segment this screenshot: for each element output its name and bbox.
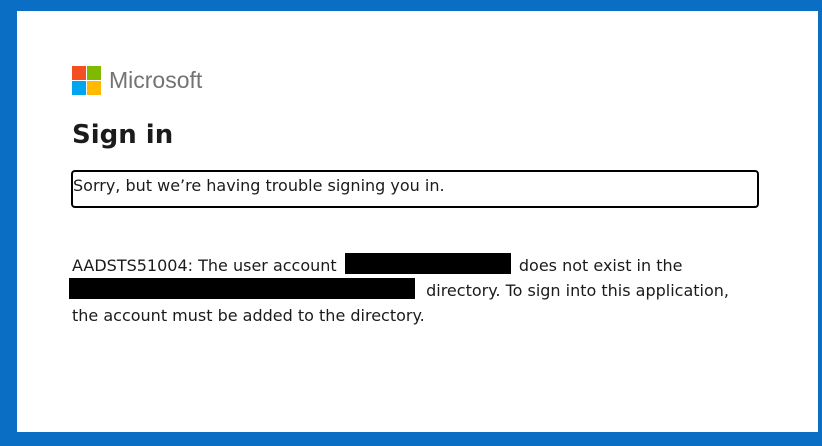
brand-name: Microsoft (109, 67, 203, 93)
details-text-4: the account must be added to the directo… (72, 306, 425, 325)
details-line-3: the account must be added to the directo… (72, 303, 772, 328)
error-details: AADSTS51004: The user account does not e… (69, 253, 772, 328)
logo-square-green (87, 66, 101, 80)
error-message: Sorry, but we’re having trouble signing … (73, 176, 445, 195)
redacted-user-account (344, 253, 511, 274)
microsoft-logo-icon (72, 66, 101, 95)
redacted-directory-name (69, 278, 415, 299)
details-text-2: does not exist in the (518, 256, 683, 275)
page-title: Sign in (72, 120, 174, 150)
details-line-2: directory. To sign into this application… (69, 278, 772, 303)
error-message-box: Sorry, but we’re having trouble signing … (71, 170, 759, 208)
sign-in-card: Microsoft Sign in Sorry, but we’re havin… (17, 11, 818, 432)
microsoft-logo: Microsoft (72, 66, 202, 95)
logo-square-red (72, 66, 86, 80)
logo-square-blue (72, 81, 86, 95)
details-line-1: AADSTS51004: The user account does not e… (72, 253, 772, 278)
details-text-1: AADSTS51004: The user account (72, 256, 337, 275)
logo-square-yellow (87, 81, 101, 95)
details-text-3: directory. To sign into this application… (426, 281, 730, 300)
